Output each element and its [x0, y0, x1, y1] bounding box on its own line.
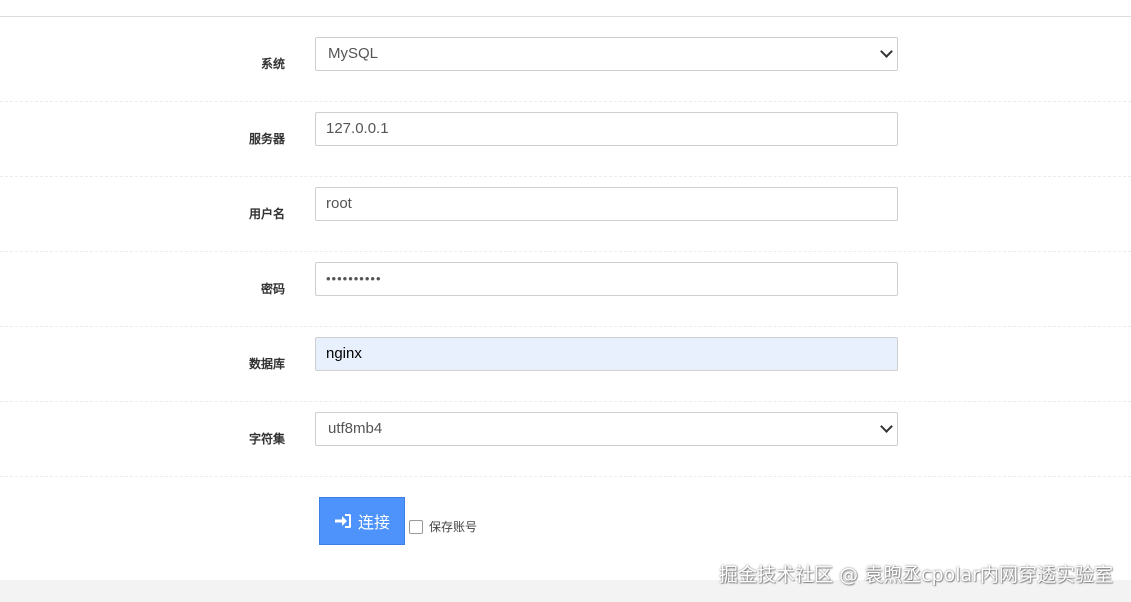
password-label: 密码	[260, 282, 285, 296]
remember-label: 保存账号	[429, 520, 478, 534]
server-row: 服务器 127.0.0.1	[0, 102, 1131, 177]
watermark: 掘金技术社区 @ 袁煦丞cpolar内网穿透实验室	[719, 564, 1113, 586]
remember-account[interactable]: 保存账号	[409, 518, 477, 535]
password-row: 密码 ••••••••••	[0, 252, 1131, 327]
database-label: 数据库	[248, 357, 285, 371]
system-select-value: MySQL	[328, 45, 379, 62]
top-divider	[0, 16, 1131, 17]
charset-label: 字符集	[248, 432, 285, 446]
database-row: 数据库 nginx	[0, 327, 1131, 402]
system-select[interactable]: MySQL	[315, 37, 898, 71]
connect-button-label: 连接	[357, 513, 390, 532]
charset-select[interactable]: utf8mb4	[315, 412, 898, 446]
charset-select-value: utf8mb4	[328, 420, 383, 437]
username-row: 用户名 root	[0, 177, 1131, 252]
charset-row: 字符集 utf8mb4	[0, 402, 1131, 477]
connect-button[interactable]: 连接	[319, 497, 405, 545]
database-input[interactable]: nginx	[315, 337, 898, 371]
username-label: 用户名	[248, 207, 285, 221]
remember-checkbox[interactable]	[409, 519, 423, 534]
password-input[interactable]: ••••••••••	[315, 262, 898, 296]
sign-in-icon	[334, 513, 352, 529]
server-label: 服务器	[248, 132, 285, 146]
chevron-down-icon	[880, 420, 893, 433]
server-input[interactable]: 127.0.0.1	[315, 112, 898, 146]
system-label: 系统	[260, 57, 285, 71]
chevron-down-icon	[880, 45, 893, 58]
system-row: 系统 MySQL	[0, 27, 1131, 102]
username-input[interactable]: root	[315, 187, 898, 221]
